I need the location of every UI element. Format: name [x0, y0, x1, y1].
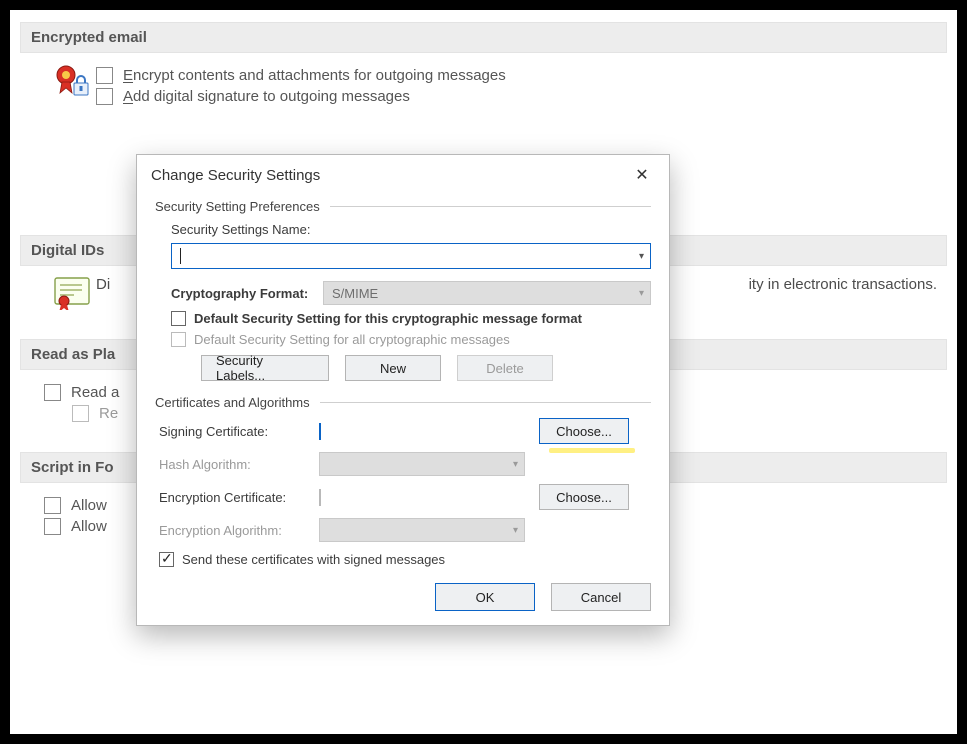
allow-script-2-checkbox[interactable]: [44, 518, 61, 535]
ok-button[interactable]: OK: [435, 583, 535, 611]
allow-script-2-label: Allow: [71, 518, 107, 535]
chevron-down-icon: ▾: [639, 288, 644, 299]
group-certs-label: Certificates and Algorithms: [155, 395, 310, 410]
encrypt-outgoing-checkbox[interactable]: [96, 67, 113, 84]
settings-name-combo[interactable]: ▾: [171, 243, 651, 269]
text-cursor: [180, 248, 181, 264]
change-security-settings-dialog: Change Security Settings ✕ Security Sett…: [136, 154, 670, 626]
signing-cert-label: Signing Certificate:: [159, 424, 319, 439]
delete-button: Delete: [457, 355, 553, 381]
choose-signing-cert-button[interactable]: Choose...: [539, 418, 629, 444]
encrypt-outgoing-label: Encrypt contents and attachments for out…: [123, 67, 506, 84]
cancel-button[interactable]: Cancel: [551, 583, 651, 611]
encryption-cert-input[interactable]: [319, 489, 321, 506]
read-all-label: Read a: [71, 384, 119, 401]
read-sub-label: Re: [99, 405, 118, 422]
ribbon-lock-icon: [54, 63, 96, 104]
dialog-title: Change Security Settings: [151, 167, 320, 184]
chevron-down-icon: ▾: [513, 459, 518, 470]
chevron-down-icon: ▾: [513, 525, 518, 536]
send-certs-checkbox[interactable]: [159, 552, 174, 567]
separator: [330, 206, 651, 207]
default-for-format-label: Default Security Setting for this crypto…: [194, 311, 582, 326]
add-signature-checkbox[interactable]: [96, 88, 113, 105]
certificate-icon: [54, 276, 96, 313]
send-certs-label: Send these certificates with signed mess…: [182, 552, 445, 567]
highlight-marker: [549, 448, 635, 453]
encryption-cert-label: Encryption Certificate:: [159, 490, 319, 505]
default-for-all-label: Default Security Setting for all cryptog…: [194, 332, 510, 347]
encryption-algo-label: Encryption Algorithm:: [159, 523, 319, 538]
section-header-encrypted-email: Encrypted email: [20, 22, 947, 53]
separator: [320, 402, 651, 403]
digital-ids-row-end: ity in electronic transactions.: [749, 276, 937, 293]
read-all-checkbox[interactable]: [44, 384, 61, 401]
default-for-format-checkbox[interactable]: [171, 311, 186, 326]
signing-cert-input[interactable]: [319, 423, 321, 440]
new-button[interactable]: New: [345, 355, 441, 381]
crypto-format-label: Cryptography Format:: [171, 286, 323, 301]
encryption-algo-combo: ▾: [319, 518, 525, 542]
settings-name-label: Security Settings Name:: [171, 222, 310, 237]
choose-encryption-cert-button[interactable]: Choose...: [539, 484, 629, 510]
security-labels-button[interactable]: Security Labels...: [201, 355, 329, 381]
close-icon[interactable]: ✕: [627, 165, 657, 185]
add-signature-label: Add digital signature to outgoing messag…: [123, 88, 410, 105]
crypto-format-combo: S/MIME ▾: [323, 281, 651, 305]
allow-script-1-checkbox[interactable]: [44, 497, 61, 514]
chevron-down-icon[interactable]: ▾: [639, 251, 644, 262]
digital-ids-row-start: Di: [96, 276, 110, 293]
crypto-format-value: S/MIME: [332, 286, 378, 301]
hash-algo-label: Hash Algorithm:: [159, 457, 319, 472]
allow-script-1-label: Allow: [71, 497, 107, 514]
read-sub-checkbox: [72, 405, 89, 422]
default-for-all-checkbox: [171, 332, 186, 347]
group-prefs-label: Security Setting Preferences: [155, 199, 320, 214]
hash-algo-combo: ▾: [319, 452, 525, 476]
